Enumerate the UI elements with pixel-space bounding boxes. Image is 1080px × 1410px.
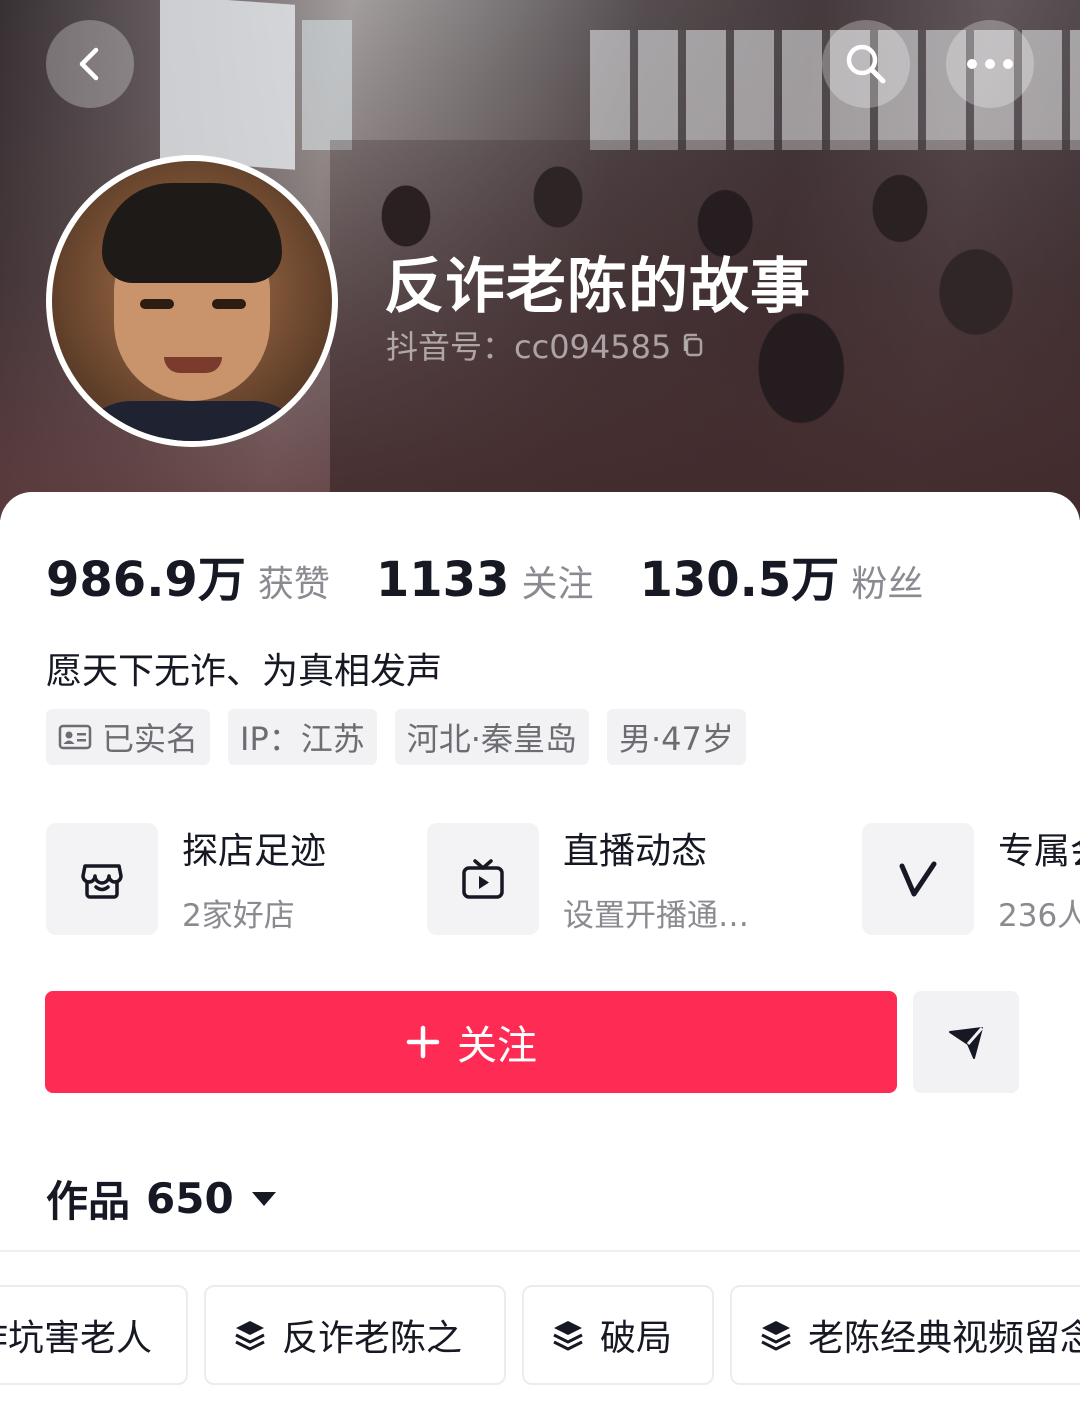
douyin-id-text: 抖音号：cc094585 — [386, 328, 672, 366]
shortcut-exclusive-subtitle: 236人 — [998, 898, 1080, 934]
stat-followers[interactable]: 130.5万 粉丝 — [639, 540, 923, 610]
profile-tags: 已实名 IP：江苏 河北·秦皇岛 男·47岁 — [46, 709, 746, 765]
tag-gender-age: 男·47岁 — [606, 709, 746, 765]
nickname: 反诈老陈的故事 — [384, 252, 811, 322]
following-count: 1133 — [375, 552, 510, 608]
douyin-id[interactable]: 抖音号：cc094585 — [386, 322, 707, 368]
layers-icon — [553, 1321, 583, 1351]
avatar[interactable] — [46, 155, 338, 447]
collection-label: 诈坑害老人 — [0, 1318, 152, 1359]
id-card-icon — [58, 724, 92, 750]
shortcut-live-subtitle: 设置开播通… — [563, 898, 749, 934]
shortcut-row: 探店足迹 2家好店 直播动态 设置开播通… 专属 236人 — [46, 822, 1080, 937]
tag-location: 河北·秦皇岛 — [394, 709, 589, 765]
caret-down-icon — [251, 1191, 276, 1206]
search-icon — [846, 44, 886, 84]
tag-verified-label: 已实名 — [102, 720, 199, 758]
search-button[interactable] — [822, 20, 910, 108]
shop-icon — [46, 822, 158, 935]
shortcut-store-subtitle: 2家好店 — [182, 898, 295, 934]
more-button[interactable] — [946, 20, 1034, 108]
collection-label: 破局 — [600, 1318, 673, 1359]
collection-chip[interactable]: 老陈经典视频留念 — [730, 1285, 1080, 1385]
layers-icon — [235, 1321, 265, 1351]
collection-chip[interactable]: 诈坑害老人 — [0, 1285, 188, 1385]
bio: 愿天下无诈、为真相发声 — [46, 651, 443, 692]
more-icon — [967, 59, 1013, 69]
v-icon — [862, 822, 974, 935]
works-count: 650 — [146, 1174, 234, 1223]
works-tab[interactable]: 作品 650 — [46, 1168, 278, 1229]
followers-label: 粉丝 — [851, 564, 924, 605]
collection-label: 反诈老陈之 — [282, 1318, 463, 1359]
stat-likes[interactable]: 986.9万 获赞 — [46, 540, 330, 610]
tv-icon — [427, 822, 539, 935]
follow-button-label: 关注 — [457, 1023, 537, 1069]
collection-chip[interactable]: 破局 — [522, 1285, 714, 1385]
layers-icon — [761, 1321, 791, 1351]
shortcut-store-title: 探店足迹 — [182, 831, 327, 872]
follow-button[interactable]: 关注 — [45, 991, 897, 1093]
shortcut-exclusive-title: 专属会 — [998, 831, 1080, 872]
shortcut-exclusive[interactable]: 专属会 236人 — [862, 822, 1080, 935]
plus-icon — [406, 1025, 440, 1059]
following-label: 关注 — [521, 564, 594, 605]
shortcut-live-title: 直播动态 — [563, 831, 708, 872]
tag-ip: IP：江苏 — [228, 709, 377, 765]
collection-label: 老陈经典视频留念 — [808, 1318, 1080, 1359]
profile-card: 986.9万 获赞 1133 关注 130.5万 粉丝 愿天下无诈、为真相发声 … — [0, 492, 1080, 1410]
shortcut-live[interactable]: 直播动态 设置开播通… — [427, 822, 749, 935]
avatar-photo — [52, 161, 332, 441]
tag-verified[interactable]: 已实名 — [46, 709, 211, 765]
likes-count: 986.9万 — [46, 552, 246, 608]
chevron-left-icon — [79, 47, 99, 81]
works-label: 作品 — [46, 1177, 131, 1226]
collection-chip[interactable]: 反诈老陈之 — [204, 1285, 506, 1385]
stat-following[interactable]: 1133 关注 — [376, 552, 594, 608]
stats-row: 986.9万 获赞 1133 关注 130.5万 粉丝 — [46, 540, 969, 610]
cover-projection-screen-2 — [302, 20, 352, 150]
followers-count: 130.5万 — [639, 552, 840, 608]
back-button[interactable] — [46, 20, 134, 108]
send-icon — [949, 1027, 984, 1059]
collection-row: 诈坑害老人 反诈老陈之 破局 老陈经典视频留念 — [0, 1285, 1080, 1387]
shortcut-store-visits[interactable]: 探店足迹 2家好店 — [46, 822, 326, 935]
divider — [0, 1250, 1080, 1252]
share-button[interactable] — [913, 991, 1019, 1093]
likes-label: 获赞 — [257, 564, 330, 605]
copy-icon[interactable] — [679, 331, 707, 359]
cover-projection-screen — [160, 0, 295, 170]
